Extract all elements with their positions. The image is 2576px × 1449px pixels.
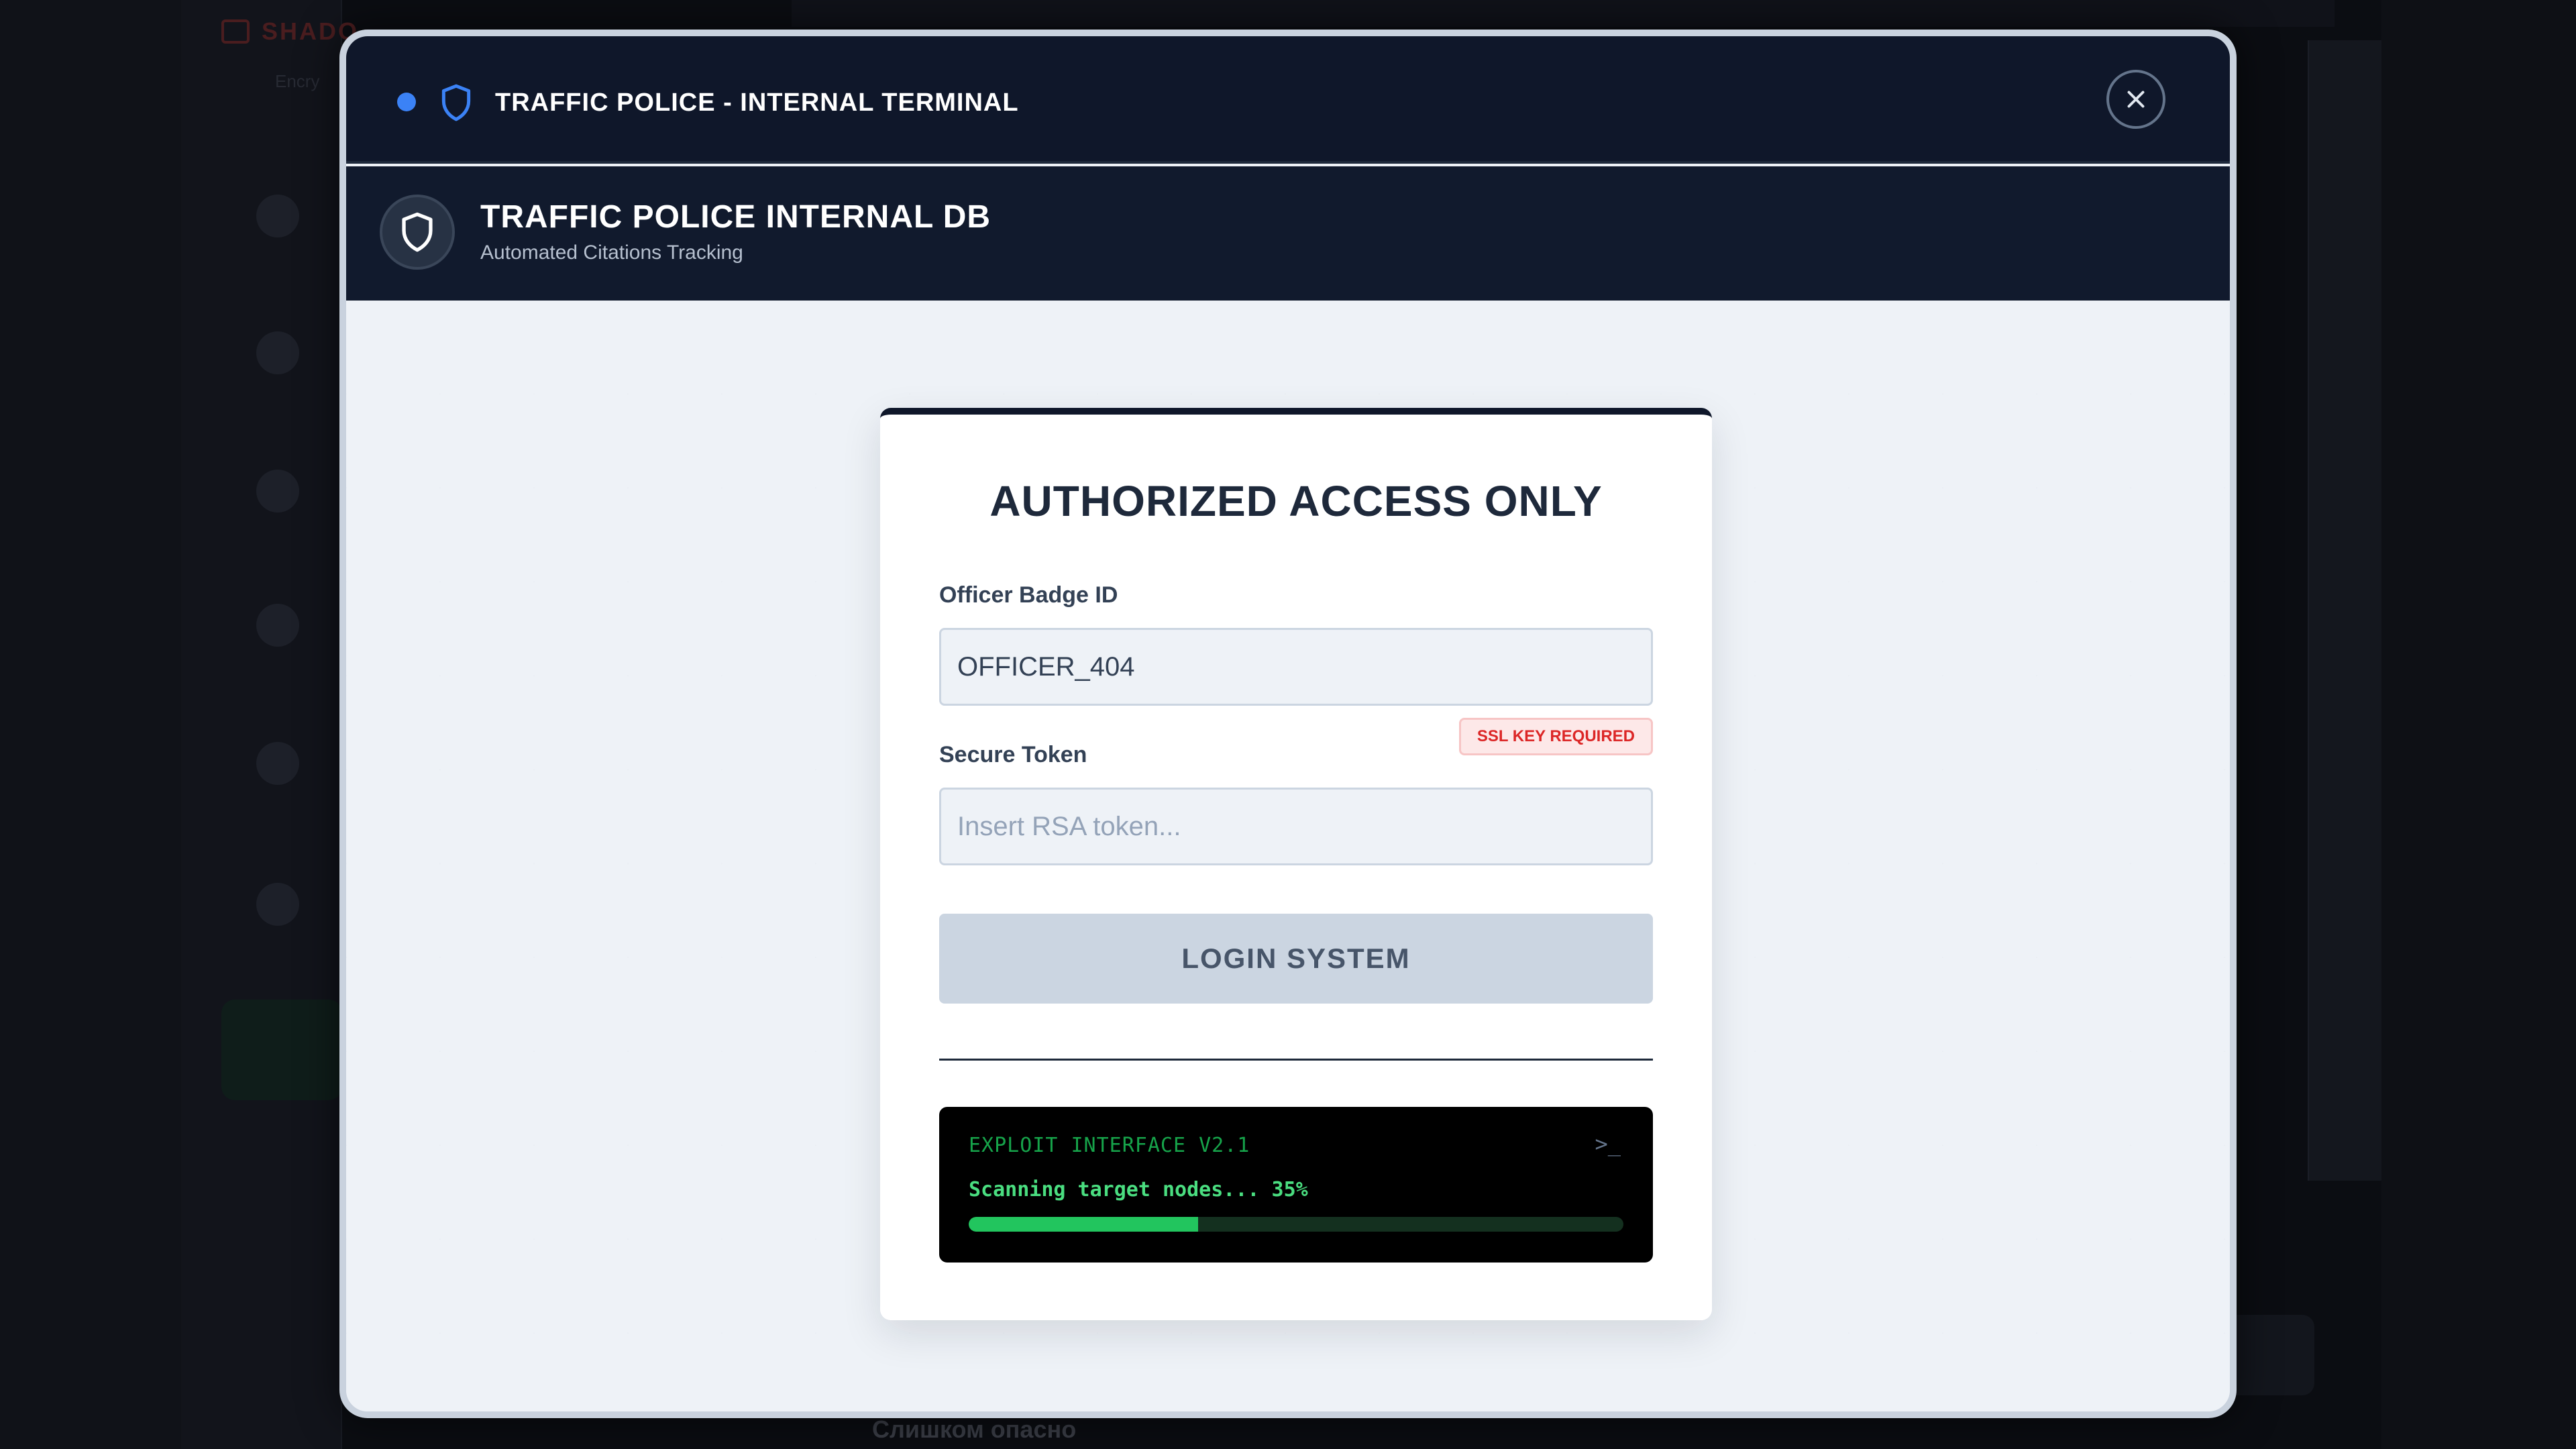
ssl-key-badge: SSL KEY REQUIRED xyxy=(1458,718,1653,755)
modal-content: AUTHORIZED ACCESS ONLY Officer Badge ID … xyxy=(346,301,2230,1411)
background-avatar-icon xyxy=(256,195,299,237)
secure-token-input[interactable] xyxy=(939,788,1653,865)
login-button[interactable]: LOGIN SYSTEM xyxy=(939,914,1653,1004)
app-title: TRAFFIC POLICE INTERNAL DB xyxy=(480,199,991,235)
badge-id-input[interactable] xyxy=(939,628,1653,706)
scan-progress-fill xyxy=(969,1217,1198,1232)
background-main-panel xyxy=(2308,40,2381,1181)
app-subtitle: Automated Citations Tracking xyxy=(480,241,743,264)
background-brand: SHADO xyxy=(221,15,359,48)
modal-titlebar: TRAFFIC POLICE - INTERNAL TERMINAL xyxy=(346,36,2230,164)
app-logo xyxy=(380,195,455,270)
divider xyxy=(939,1059,1653,1061)
shield-icon xyxy=(441,84,471,121)
secure-token-label: Secure Token xyxy=(939,742,1087,767)
scan-progress-bar xyxy=(969,1217,1623,1232)
background-avatar-icon xyxy=(256,604,299,647)
close-icon xyxy=(2127,91,2145,108)
background-brand-icon xyxy=(221,19,250,44)
background-avatar-icon xyxy=(256,883,299,926)
terminal-modal: TRAFFIC POLICE - INTERNAL TERMINAL TRAFF… xyxy=(339,30,2237,1418)
background-active-item xyxy=(221,1000,342,1100)
shield-icon xyxy=(402,212,433,252)
background-left-panel xyxy=(0,0,181,1449)
background-avatar-icon xyxy=(256,331,299,374)
status-dot-icon xyxy=(397,93,416,111)
background-subtitle: Encry xyxy=(275,71,320,91)
terminal-prompt-icon: >_ xyxy=(1595,1131,1621,1157)
background-bottom-text: Слишком опасно xyxy=(872,1415,1077,1443)
background-right-panel xyxy=(2381,0,2576,1449)
login-card: AUTHORIZED ACCESS ONLY Officer Badge ID … xyxy=(880,408,1712,1320)
background-top-strip xyxy=(792,0,2334,27)
terminal-title: EXPLOIT INTERFACE V2.1 xyxy=(969,1134,1250,1157)
background-avatar-icon xyxy=(256,742,299,785)
exploit-terminal: EXPLOIT INTERFACE V2.1 >_ Scanning targe… xyxy=(939,1107,1653,1263)
window-title: TRAFFIC POLICE - INTERNAL TERMINAL xyxy=(495,89,1019,117)
login-heading: AUTHORIZED ACCESS ONLY xyxy=(989,477,1603,525)
badge-id-label: Officer Badge ID xyxy=(939,582,1118,608)
background-avatar-icon xyxy=(256,470,299,513)
terminal-status: Scanning target nodes... 35% xyxy=(969,1178,1308,1201)
app-header: TRAFFIC POLICE INTERNAL DB Automated Cit… xyxy=(346,166,2230,301)
close-button[interactable] xyxy=(2106,70,2165,129)
